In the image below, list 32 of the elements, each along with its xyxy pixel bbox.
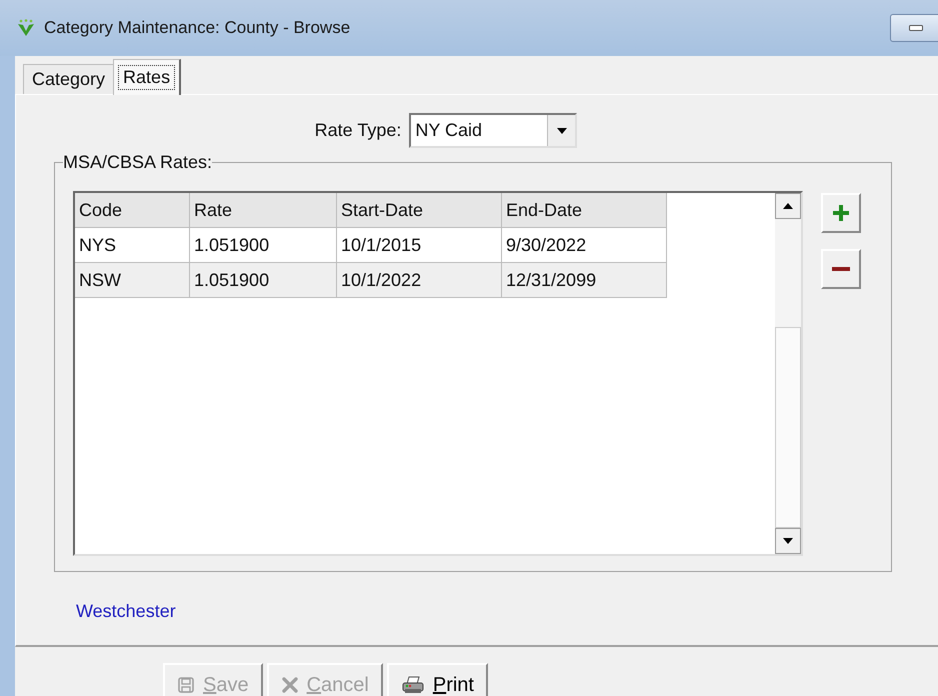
minimize-icon <box>909 25 923 31</box>
plus-icon <box>832 204 850 222</box>
column-header[interactable]: Rate <box>190 193 337 228</box>
window-title: Category Maintenance: County - Browse <box>44 17 350 40</box>
column-header[interactable]: Code <box>75 193 190 228</box>
field-label: Rate Type: <box>314 119 402 142</box>
table-cell: NSW <box>75 263 190 298</box>
scrollbar[interactable] <box>775 193 801 554</box>
remove-button[interactable] <box>821 249 861 289</box>
table-cell: NYS <box>75 228 190 263</box>
table-cell: 1.051900 <box>190 228 337 263</box>
table-cell: 10/1/2015 <box>337 228 502 263</box>
add-button[interactable] <box>821 193 861 233</box>
caret-icon <box>556 128 567 134</box>
print-button[interactable]: Print <box>386 663 488 696</box>
column-header[interactable]: Start-Date <box>337 193 502 228</box>
x-icon <box>280 676 299 694</box>
minimize-button[interactable] <box>890 14 938 42</box>
table-cell: 1.051900 <box>190 263 337 298</box>
table-cell: 9/30/2022 <box>502 228 667 263</box>
scroll-down-icon <box>783 538 793 544</box>
logo-icon <box>16 19 36 37</box>
column-header[interactable]: End-Date <box>502 193 667 228</box>
scroll-up-icon <box>783 203 793 209</box>
tab[interactable]: Rates <box>113 59 182 95</box>
printer-icon <box>400 675 425 695</box>
county-name: Westchester <box>76 600 177 623</box>
tab[interactable]: Category <box>23 64 114 94</box>
minus-icon <box>832 267 850 271</box>
table-cell: 10/1/2022 <box>337 263 502 298</box>
rate-type-dropdown[interactable]: NY Caid <box>409 113 578 148</box>
table-cell: 12/31/2099 <box>502 263 667 298</box>
